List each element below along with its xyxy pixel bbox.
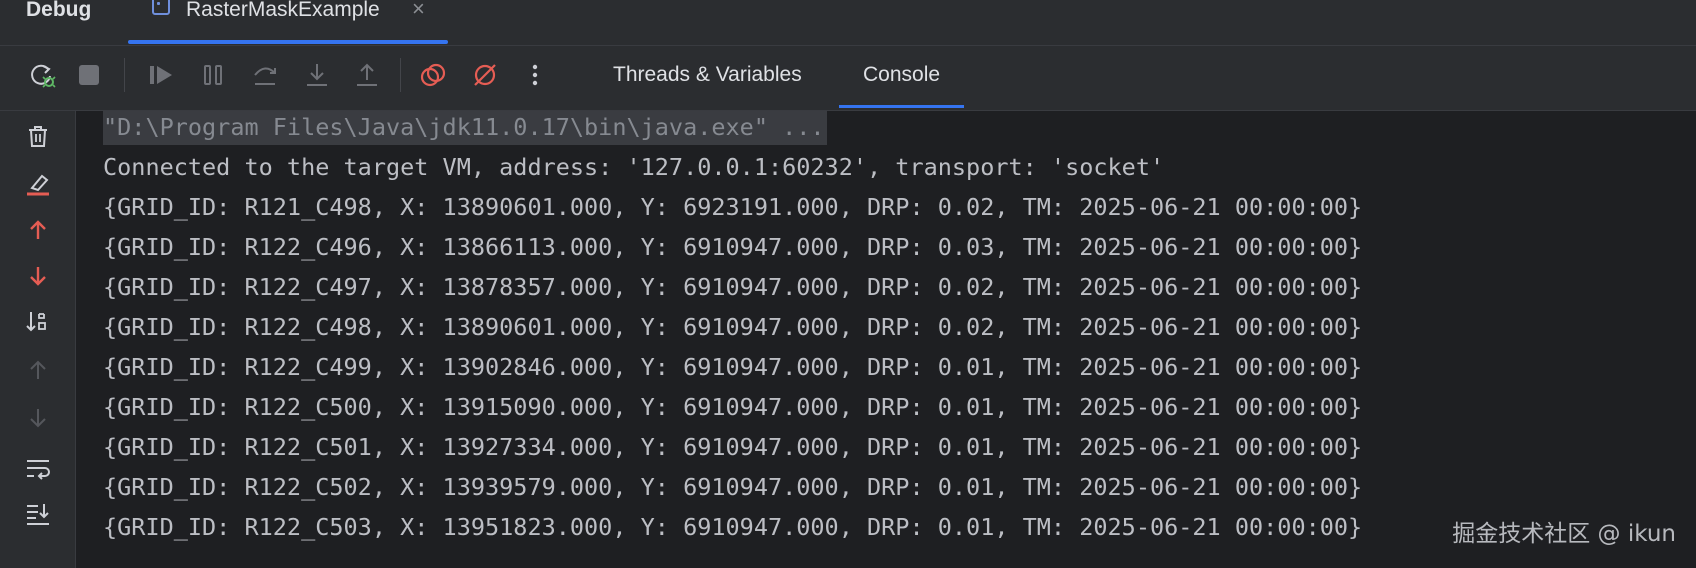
session-tab-label: RasterMaskExample [186,0,380,21]
next-occurrence-button[interactable] [23,261,53,291]
rerun-debug-button[interactable] [28,60,58,90]
tool-window-header: Debug RasterMaskExample × [0,0,1696,46]
resume-button[interactable] [146,60,176,90]
watermark-text: 掘金技术社区 @ ikun [1452,521,1676,547]
trash-icon [29,126,47,147]
step-over-button[interactable] [250,60,280,90]
scroll-up-button[interactable] [23,355,53,385]
clear-all-button[interactable] [23,121,53,151]
mute-breakpoints-icon [474,64,496,86]
debug-toolbar: Threads & Variables Console [0,46,1696,111]
sort-button[interactable] [23,307,53,337]
scroll-to-end-button[interactable] [23,499,53,529]
soft-wrap-icon [27,460,50,480]
arrow-down-icon [30,267,46,286]
step-into-icon [307,64,327,86]
resume-icon [150,66,172,84]
scroll-down-button[interactable] [23,403,53,433]
more-button[interactable] [520,60,550,90]
view-breakpoints-button[interactable] [418,60,448,90]
console-line: {GRID_ID: R122_C497, X: 13878357.000, Y:… [103,273,1363,301]
pause-button[interactable] [198,60,228,90]
run-config-icon [152,0,170,15]
breakpoints-icon [420,63,446,87]
sort-icon [26,312,46,332]
step-over-icon [254,67,276,85]
debug-tool-window: Debug RasterMaskExample × Threads & Vari… [0,0,1696,568]
toolbar-separator [400,58,401,92]
stop-button[interactable] [74,60,104,90]
more-vertical-icon [532,64,538,86]
step-into-button[interactable] [302,60,332,90]
command-line[interactable]: "D:\Program Files\Java\jdk11.0.17\bin\ja… [103,111,827,145]
eraser-icon [27,174,49,196]
console-line: {GRID_ID: R122_C498, X: 13890601.000, Y:… [103,313,1363,341]
tab-rastermaskexample[interactable]: RasterMaskExample × [128,0,448,46]
pause-icon [204,65,222,85]
soft-wrap-button[interactable] [23,453,53,483]
console-line: {GRID_ID: R122_C502, X: 13939579.000, Y:… [103,473,1363,501]
previous-occurrence-button[interactable] [23,215,53,245]
close-icon[interactable]: × [412,0,425,21]
tab-console[interactable]: Console [838,60,965,108]
console-line: Connected to the target VM, address: '12… [103,153,1165,181]
tool-window-title: Debug [26,0,92,21]
clear-highlight-button[interactable] [23,169,53,199]
step-out-icon [357,63,377,86]
step-out-button[interactable] [352,60,382,90]
arrow-up-icon [30,220,46,239]
console-line: {GRID_ID: R122_C503, X: 13951823.000, Y:… [103,513,1363,541]
console-line: {GRID_ID: R122_C500, X: 13915090.000, Y:… [103,393,1363,421]
scroll-to-end-icon [27,504,49,525]
console-line: {GRID_ID: R122_C496, X: 13866113.000, Y:… [103,233,1363,261]
console-side-toolbar [0,111,76,568]
toolbar-separator [124,58,125,92]
console-line: {GRID_ID: R121_C498, X: 13890601.000, Y:… [103,193,1363,221]
console-line: {GRID_ID: R122_C499, X: 13902846.000, Y:… [103,353,1363,381]
active-tab-indicator [128,40,448,44]
console-line: {GRID_ID: R122_C501, X: 13927334.000, Y:… [103,433,1363,461]
tab-threads-variables[interactable]: Threads & Variables [613,60,802,90]
console-output[interactable]: "D:\Program Files\Java\jdk11.0.17\bin\ja… [76,111,1696,568]
mute-breakpoints-button[interactable] [470,60,500,90]
arrow-down-icon [30,409,46,428]
arrow-up-icon [30,360,46,379]
stop-icon [79,65,99,85]
rerun-bug-icon [31,64,56,88]
